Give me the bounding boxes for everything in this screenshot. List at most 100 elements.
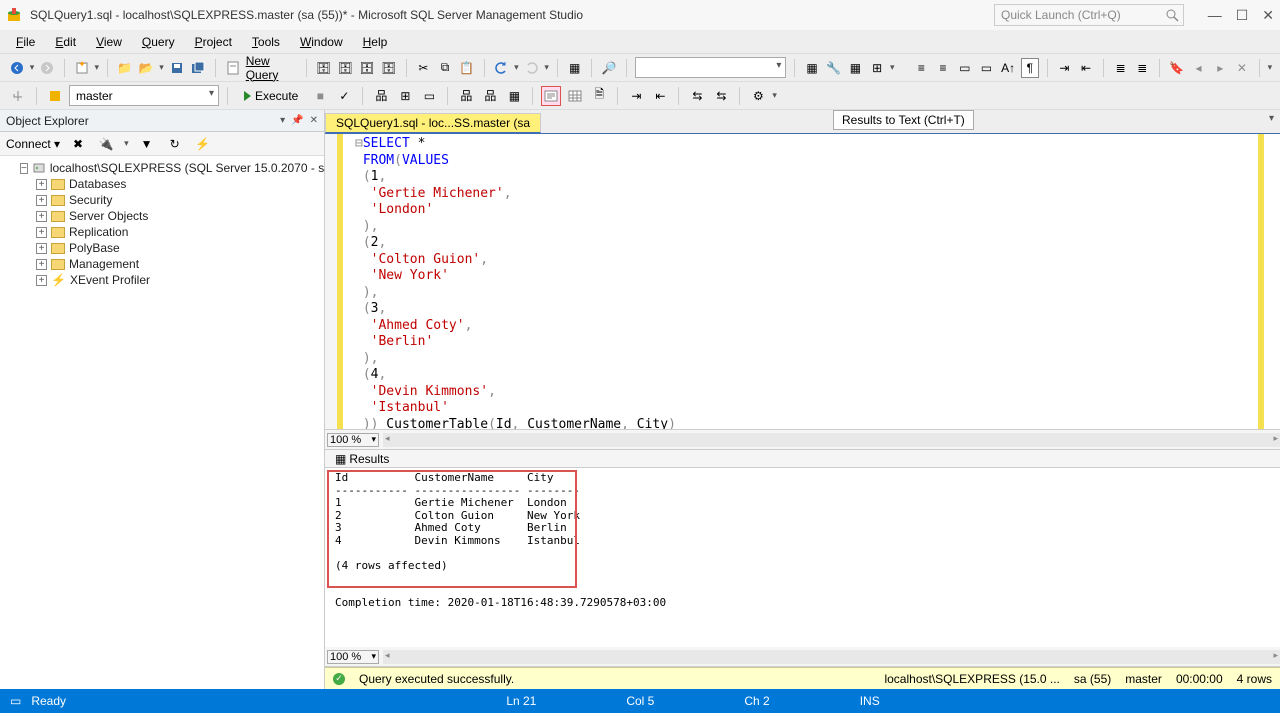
toggle-button[interactable]: ▦ bbox=[566, 58, 584, 78]
open-file-button[interactable]: 📂 bbox=[138, 58, 156, 78]
analysis-query-icon[interactable]: 🗄 bbox=[337, 58, 355, 78]
disconnect-icon[interactable]: ✖ bbox=[68, 134, 88, 154]
document-tab[interactable]: SQLQuery1.sql - loc...SS.master (sa bbox=[325, 113, 541, 133]
new-item-button[interactable]: ✦ bbox=[73, 58, 91, 78]
menu-edit[interactable]: Edit bbox=[47, 33, 84, 51]
tree-node-databases[interactable]: +Databases bbox=[36, 176, 320, 192]
refresh-icon[interactable]: ↻ bbox=[165, 134, 185, 154]
change-connection-icon[interactable] bbox=[45, 86, 65, 106]
registered-servers-icon[interactable]: ▦ bbox=[803, 58, 821, 78]
mdx-query-icon[interactable]: 🗄 bbox=[358, 58, 376, 78]
save-all-button[interactable] bbox=[189, 58, 207, 78]
tree-node-polybase[interactable]: +PolyBase bbox=[36, 240, 320, 256]
expand-icon[interactable]: + bbox=[36, 259, 47, 270]
specify-values-icon[interactable]: ⇆ bbox=[687, 86, 707, 106]
results-h-scrollbar[interactable] bbox=[383, 650, 1280, 664]
redo-button[interactable] bbox=[523, 58, 541, 78]
menu-query[interactable]: Query bbox=[134, 33, 183, 51]
stop-refresh-icon[interactable]: ⚡ bbox=[193, 134, 213, 154]
stop-button[interactable]: ■ bbox=[310, 86, 330, 106]
client-stats-icon[interactable]: ▦ bbox=[504, 86, 524, 106]
available-db-icon[interactable] bbox=[8, 86, 28, 106]
results-tab[interactable]: ▦ Results bbox=[329, 452, 395, 466]
expand-icon[interactable]: + bbox=[36, 211, 47, 222]
query-options-icon[interactable]: ⊞ bbox=[395, 86, 415, 106]
expand-icon[interactable]: + bbox=[36, 179, 47, 190]
results-to-file-button[interactable]: 🗎 bbox=[589, 86, 609, 106]
tree-node-server-objects[interactable]: +Server Objects bbox=[36, 208, 320, 224]
format-icon[interactable]: ≣ bbox=[1112, 58, 1130, 78]
pin-icon[interactable]: 📌 bbox=[291, 115, 303, 126]
menu-window[interactable]: Window bbox=[292, 33, 351, 51]
results-pane[interactable]: Id CustomerName City ----------- -------… bbox=[325, 468, 1280, 647]
dmx-query-icon[interactable]: 🗄 bbox=[380, 58, 398, 78]
clear-bookmark-icon[interactable]: ✕ bbox=[1233, 58, 1251, 78]
uncomment-icon[interactable]: ▭ bbox=[978, 58, 996, 78]
minimize-button[interactable]: — bbox=[1208, 7, 1222, 23]
maximize-button[interactable]: ☐ bbox=[1236, 7, 1249, 24]
param-info-icon[interactable]: ⊞ bbox=[868, 58, 886, 78]
sqlcmd-icon[interactable]: ⚙ bbox=[748, 86, 768, 106]
undo-button[interactable] bbox=[492, 58, 510, 78]
quick-launch-input[interactable]: Quick Launch (Ctrl+Q) bbox=[994, 4, 1184, 26]
properties-icon[interactable]: 🔧 bbox=[825, 58, 843, 78]
results-to-grid-button[interactable] bbox=[565, 86, 585, 106]
bookmark-icon[interactable]: 🔖 bbox=[1168, 58, 1186, 78]
uncomment-icon2[interactable]: ⇤ bbox=[650, 86, 670, 106]
new-query-doc-icon[interactable] bbox=[224, 58, 242, 78]
decrease-indent-icon[interactable]: ⇤ bbox=[1077, 58, 1095, 78]
comment-icon[interactable]: ▭ bbox=[956, 58, 974, 78]
menu-tools[interactable]: Tools bbox=[244, 33, 288, 51]
database-dropdown[interactable]: master bbox=[69, 85, 219, 106]
tree-node-replication[interactable]: +Replication bbox=[36, 224, 320, 240]
panel-close-icon[interactable]: ✕ bbox=[310, 115, 318, 126]
tree-server-node[interactable]: − localhost\SQLEXPRESS (SQL Server 15.0.… bbox=[20, 160, 320, 176]
tree-node-xevent[interactable]: +⚡XEvent Profiler bbox=[36, 272, 320, 288]
h-scrollbar[interactable] bbox=[383, 433, 1280, 447]
include-actual-plan-icon[interactable]: 品 bbox=[456, 86, 476, 106]
menu-file[interactable]: File bbox=[8, 33, 43, 51]
expand-icon[interactable]: + bbox=[36, 195, 47, 206]
outdent-icon[interactable]: ≡ bbox=[934, 58, 952, 78]
expand-icon[interactable]: + bbox=[36, 243, 47, 254]
results-to-text-button[interactable] bbox=[541, 86, 561, 106]
estimated-plan-icon[interactable]: 品 bbox=[371, 86, 391, 106]
upper-icon[interactable]: A↑ bbox=[999, 58, 1017, 78]
nav-forward-button[interactable] bbox=[38, 58, 56, 78]
specify-values-icon2[interactable]: ⇆ bbox=[711, 86, 731, 106]
wrap-icon[interactable]: ¶ bbox=[1021, 58, 1039, 78]
menu-help[interactable]: Help bbox=[355, 33, 396, 51]
nav-back-button[interactable] bbox=[8, 58, 26, 78]
collapse-icon[interactable]: − bbox=[20, 163, 28, 174]
increase-indent-icon[interactable]: ⇥ bbox=[1056, 58, 1074, 78]
close-button[interactable]: ✕ bbox=[1262, 7, 1274, 24]
tab-overflow-icon[interactable]: ▾ bbox=[1269, 113, 1274, 124]
execute-button[interactable]: Execute bbox=[236, 88, 306, 104]
prev-bookmark-icon[interactable]: ◂ bbox=[1190, 58, 1208, 78]
solution-config-dropdown[interactable] bbox=[635, 57, 786, 78]
panel-dropdown-icon[interactable]: ▾ bbox=[280, 115, 285, 126]
parse-button[interactable]: ✓ bbox=[334, 86, 354, 106]
results-zoom-dropdown[interactable]: 100 % bbox=[327, 650, 379, 664]
save-button[interactable] bbox=[168, 58, 186, 78]
copy-button[interactable]: ⧉ bbox=[436, 58, 454, 78]
list-members-icon[interactable]: ▦ bbox=[847, 58, 865, 78]
connect-icon[interactable]: 🔌 bbox=[96, 134, 116, 154]
activity-monitor-icon[interactable]: 🔎 bbox=[600, 58, 618, 78]
live-stats-icon[interactable]: 品 bbox=[480, 86, 500, 106]
format2-icon[interactable]: ≣ bbox=[1133, 58, 1151, 78]
comment-out-icon[interactable]: ⇥ bbox=[626, 86, 646, 106]
filter-icon[interactable]: ▼ bbox=[137, 134, 157, 154]
open-project-button[interactable]: 📁 bbox=[116, 58, 134, 78]
tree-node-security[interactable]: +Security bbox=[36, 192, 320, 208]
zoom-dropdown[interactable]: 100 % bbox=[327, 433, 379, 447]
next-bookmark-icon[interactable]: ▸ bbox=[1211, 58, 1229, 78]
menu-project[interactable]: Project bbox=[187, 33, 240, 51]
connect-button[interactable]: Connect ▾ bbox=[6, 137, 60, 151]
indent-icon[interactable]: ≡ bbox=[913, 58, 931, 78]
tree-node-management[interactable]: +Management bbox=[36, 256, 320, 272]
paste-button[interactable]: 📋 bbox=[458, 58, 476, 78]
db-engine-query-icon[interactable]: 🗄 bbox=[315, 58, 333, 78]
expand-icon[interactable]: + bbox=[36, 227, 47, 238]
expand-icon[interactable]: + bbox=[36, 275, 47, 286]
